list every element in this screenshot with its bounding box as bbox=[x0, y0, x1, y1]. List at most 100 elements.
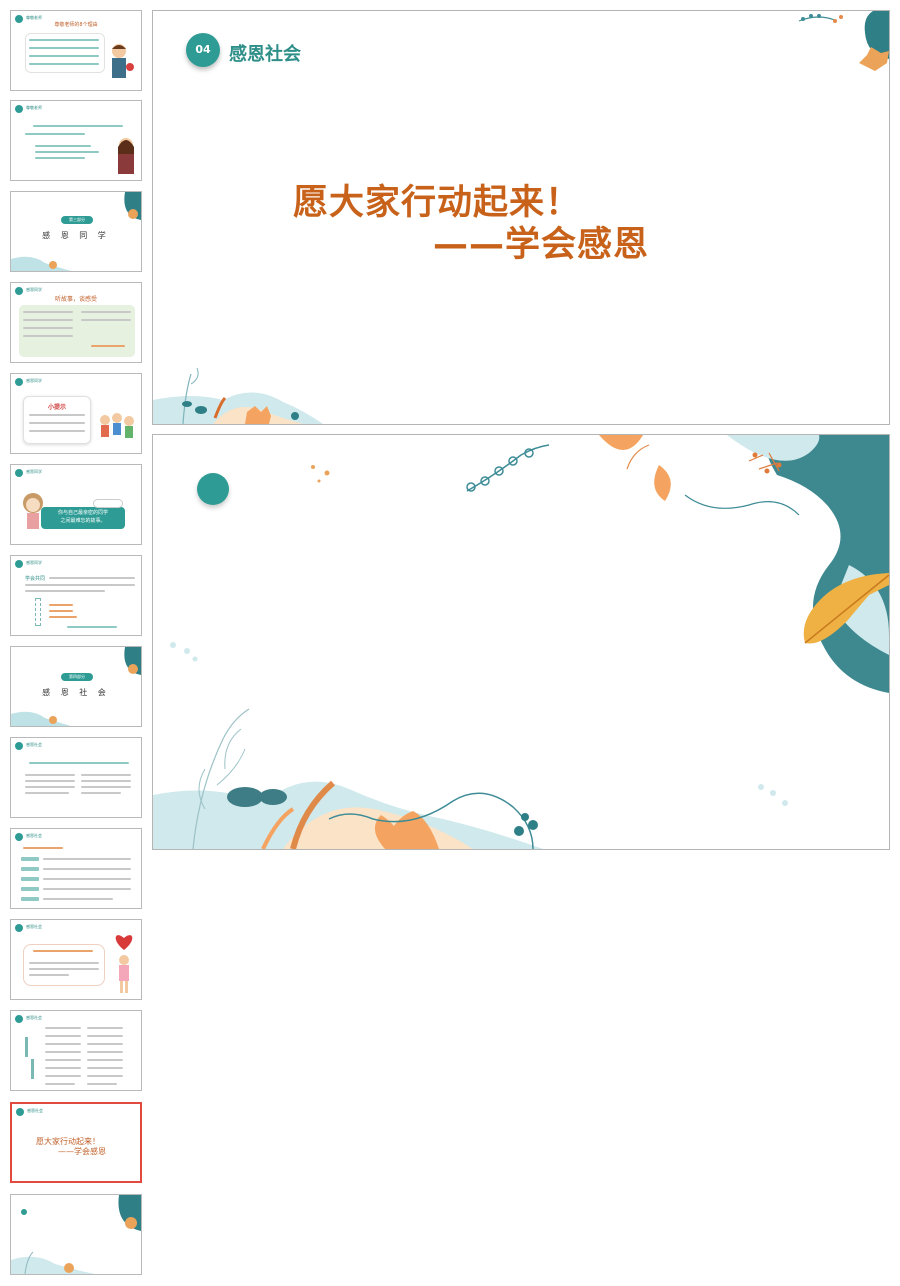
slide-thumbnail-12[interactable]: 感恩社会 bbox=[10, 1010, 142, 1091]
thumbnail-text-line bbox=[81, 774, 131, 776]
part-label-pill: 第四部分 bbox=[61, 673, 93, 681]
top-right-leaf-decoration-icon bbox=[466, 435, 889, 693]
thumbnail-vertical-label bbox=[25, 1037, 28, 1057]
thumbnail-text-line bbox=[29, 974, 69, 976]
thumbnail-text-line bbox=[25, 590, 105, 592]
thumbnail-text-line bbox=[25, 133, 85, 135]
thumbnail-tag bbox=[21, 857, 39, 861]
slide-thumbnail-14[interactable] bbox=[10, 1194, 142, 1275]
thumbnail-text-line bbox=[45, 1043, 81, 1045]
slogan-line-2[interactable]: ——学会感恩 bbox=[433, 216, 649, 267]
bottom-left-leaf-decoration-icon bbox=[153, 708, 543, 849]
thumbnail-text-line bbox=[29, 962, 99, 964]
thumbnail-title: 感 恩 同 学 bbox=[42, 231, 110, 240]
thumbnail-header: 尊敬老师 bbox=[26, 105, 42, 110]
slide-thumbnail-3[interactable]: 第三部分 感 恩 同 学 bbox=[10, 191, 142, 272]
children-illustration-icon bbox=[100, 413, 134, 438]
thumbnail-text-line bbox=[81, 792, 121, 794]
section-badge-icon bbox=[15, 833, 23, 841]
slide-thumbnail-8[interactable]: 第四部分 感 恩 社 会 bbox=[10, 646, 142, 727]
thumbnail-text-line bbox=[49, 610, 73, 612]
thumbnail-text-line bbox=[29, 39, 99, 41]
thumbnail-text-line bbox=[29, 63, 99, 65]
thumbnail-header: 感恩社会 bbox=[26, 1015, 42, 1020]
section-badge-icon bbox=[15, 1015, 23, 1023]
slide-thumbnail-1[interactable]: 尊敬老师 尊敬老师的8个理由 bbox=[10, 10, 142, 91]
thumbnail-text-line bbox=[23, 847, 63, 849]
thumbnail-text-line bbox=[29, 762, 129, 764]
thumbnail-text-line bbox=[45, 1067, 81, 1069]
thumbnail-text-line bbox=[81, 786, 131, 788]
thumbnail-text-line bbox=[45, 1059, 81, 1061]
thumbnail-header: 感恩社会 bbox=[26, 742, 42, 747]
corner-leaf-icon bbox=[118, 1195, 141, 1231]
thumbnail-header: 感恩社会 bbox=[26, 833, 42, 838]
slide-thumbnail-11[interactable]: 感恩社会 bbox=[10, 919, 142, 1000]
teacher-illustration-icon bbox=[118, 138, 134, 174]
thumbnail-text-line bbox=[25, 786, 75, 788]
thumbnail-text-line bbox=[35, 157, 85, 159]
thumbnail-vertical-label bbox=[35, 598, 41, 626]
thumbnail-text-line bbox=[87, 1051, 123, 1053]
thumbnail-vertical-label bbox=[31, 1059, 34, 1079]
section-badge-icon bbox=[15, 105, 23, 113]
thumbnail-text-line bbox=[45, 1075, 81, 1077]
thumbnail-text-line bbox=[35, 151, 99, 153]
scatter-dots-icon bbox=[170, 642, 198, 662]
decorative-dot-icon bbox=[197, 473, 229, 505]
main-slide-canvas[interactable]: 04 感恩社会 愿大家行动起来！ ——学会感恩 bbox=[152, 10, 890, 425]
thumbnail-header: 感恩同学 bbox=[26, 287, 42, 292]
corner-leaf-icon bbox=[11, 1251, 95, 1274]
slide-thumbnail-10[interactable]: 感恩社会 bbox=[10, 828, 142, 909]
corner-leaf-icon bbox=[124, 192, 141, 220]
thumbnail-text-line bbox=[35, 145, 91, 147]
thumbnail-text-line bbox=[87, 1075, 123, 1077]
thumbnail-title: 学会共同 bbox=[25, 576, 46, 582]
slide-thumbnail-9[interactable]: 感恩社会 bbox=[10, 737, 142, 818]
section-badge-icon bbox=[15, 378, 23, 386]
section-title[interactable]: 感恩社会 bbox=[229, 40, 301, 66]
thumbnail-text-line bbox=[23, 319, 73, 321]
thumbnail-text-line bbox=[45, 1051, 81, 1053]
thumbnail-text-line bbox=[43, 858, 131, 860]
section-badge-icon bbox=[15, 924, 23, 932]
thumbnail-text-line bbox=[23, 327, 73, 329]
next-slide-canvas[interactable] bbox=[152, 434, 890, 850]
section-badge-icon bbox=[15, 469, 23, 477]
thumbnail-text-line bbox=[87, 1027, 123, 1029]
slide-thumbnail-4[interactable]: 感恩同学 听故事，谈感受 bbox=[10, 282, 142, 363]
thumbnail-title: 尊敬老师的8个理由 bbox=[54, 22, 98, 28]
thumbnail-text-line bbox=[25, 780, 75, 782]
thumbnail-line-2: ——学会感恩 bbox=[58, 1147, 106, 1156]
thumbnail-text-line bbox=[87, 1035, 123, 1037]
thumbnail-text-line bbox=[43, 888, 131, 890]
thumbnail-title: 听故事，谈感受 bbox=[54, 296, 97, 303]
thumbnail-text-line bbox=[81, 311, 131, 313]
thumbnail-text-line bbox=[87, 1059, 123, 1061]
thumbnail-text-line bbox=[87, 1043, 123, 1045]
thumbnail-text-line bbox=[49, 616, 77, 618]
slide-thumbnail-5[interactable]: 感恩同学 小提示 bbox=[10, 373, 142, 454]
slide-thumbnail-2[interactable]: 尊敬老师 bbox=[10, 100, 142, 181]
thumbnail-caption-line: 之间最难忘的故事。 bbox=[60, 518, 106, 524]
slide-thumbnail-7[interactable]: 感恩同学 学会共同 bbox=[10, 555, 142, 636]
thumbnail-text-line bbox=[67, 626, 117, 628]
thumbnail-text-line bbox=[25, 584, 135, 586]
thumbnail-text-line bbox=[49, 577, 135, 579]
thumbnail-text-line bbox=[23, 311, 73, 313]
thumbnail-text-line bbox=[33, 125, 123, 127]
thumbnail-text-line bbox=[81, 319, 131, 321]
thumbnail-text-line bbox=[45, 1083, 75, 1085]
thumbnail-text-line bbox=[25, 792, 69, 794]
thumbnail-tag bbox=[21, 877, 39, 881]
thumbnail-text-line bbox=[45, 1027, 81, 1029]
section-badge-icon bbox=[16, 1108, 24, 1116]
section-badge-icon bbox=[15, 560, 23, 568]
thumbnail-text-line bbox=[87, 1083, 117, 1085]
slide-thumbnail-6[interactable]: 感恩同学 你与自己最亲密的同学 之间最难忘的故事。 bbox=[10, 464, 142, 545]
slide-thumbnail-13[interactable]: 感恩社会 愿大家行动起来！ ——学会感恩 bbox=[10, 1102, 142, 1183]
teacher-illustration-icon bbox=[112, 44, 134, 78]
thumbnail-text-line bbox=[43, 868, 131, 870]
corner-leaf-icon bbox=[124, 647, 141, 675]
thumbnail-text-line bbox=[25, 774, 75, 776]
